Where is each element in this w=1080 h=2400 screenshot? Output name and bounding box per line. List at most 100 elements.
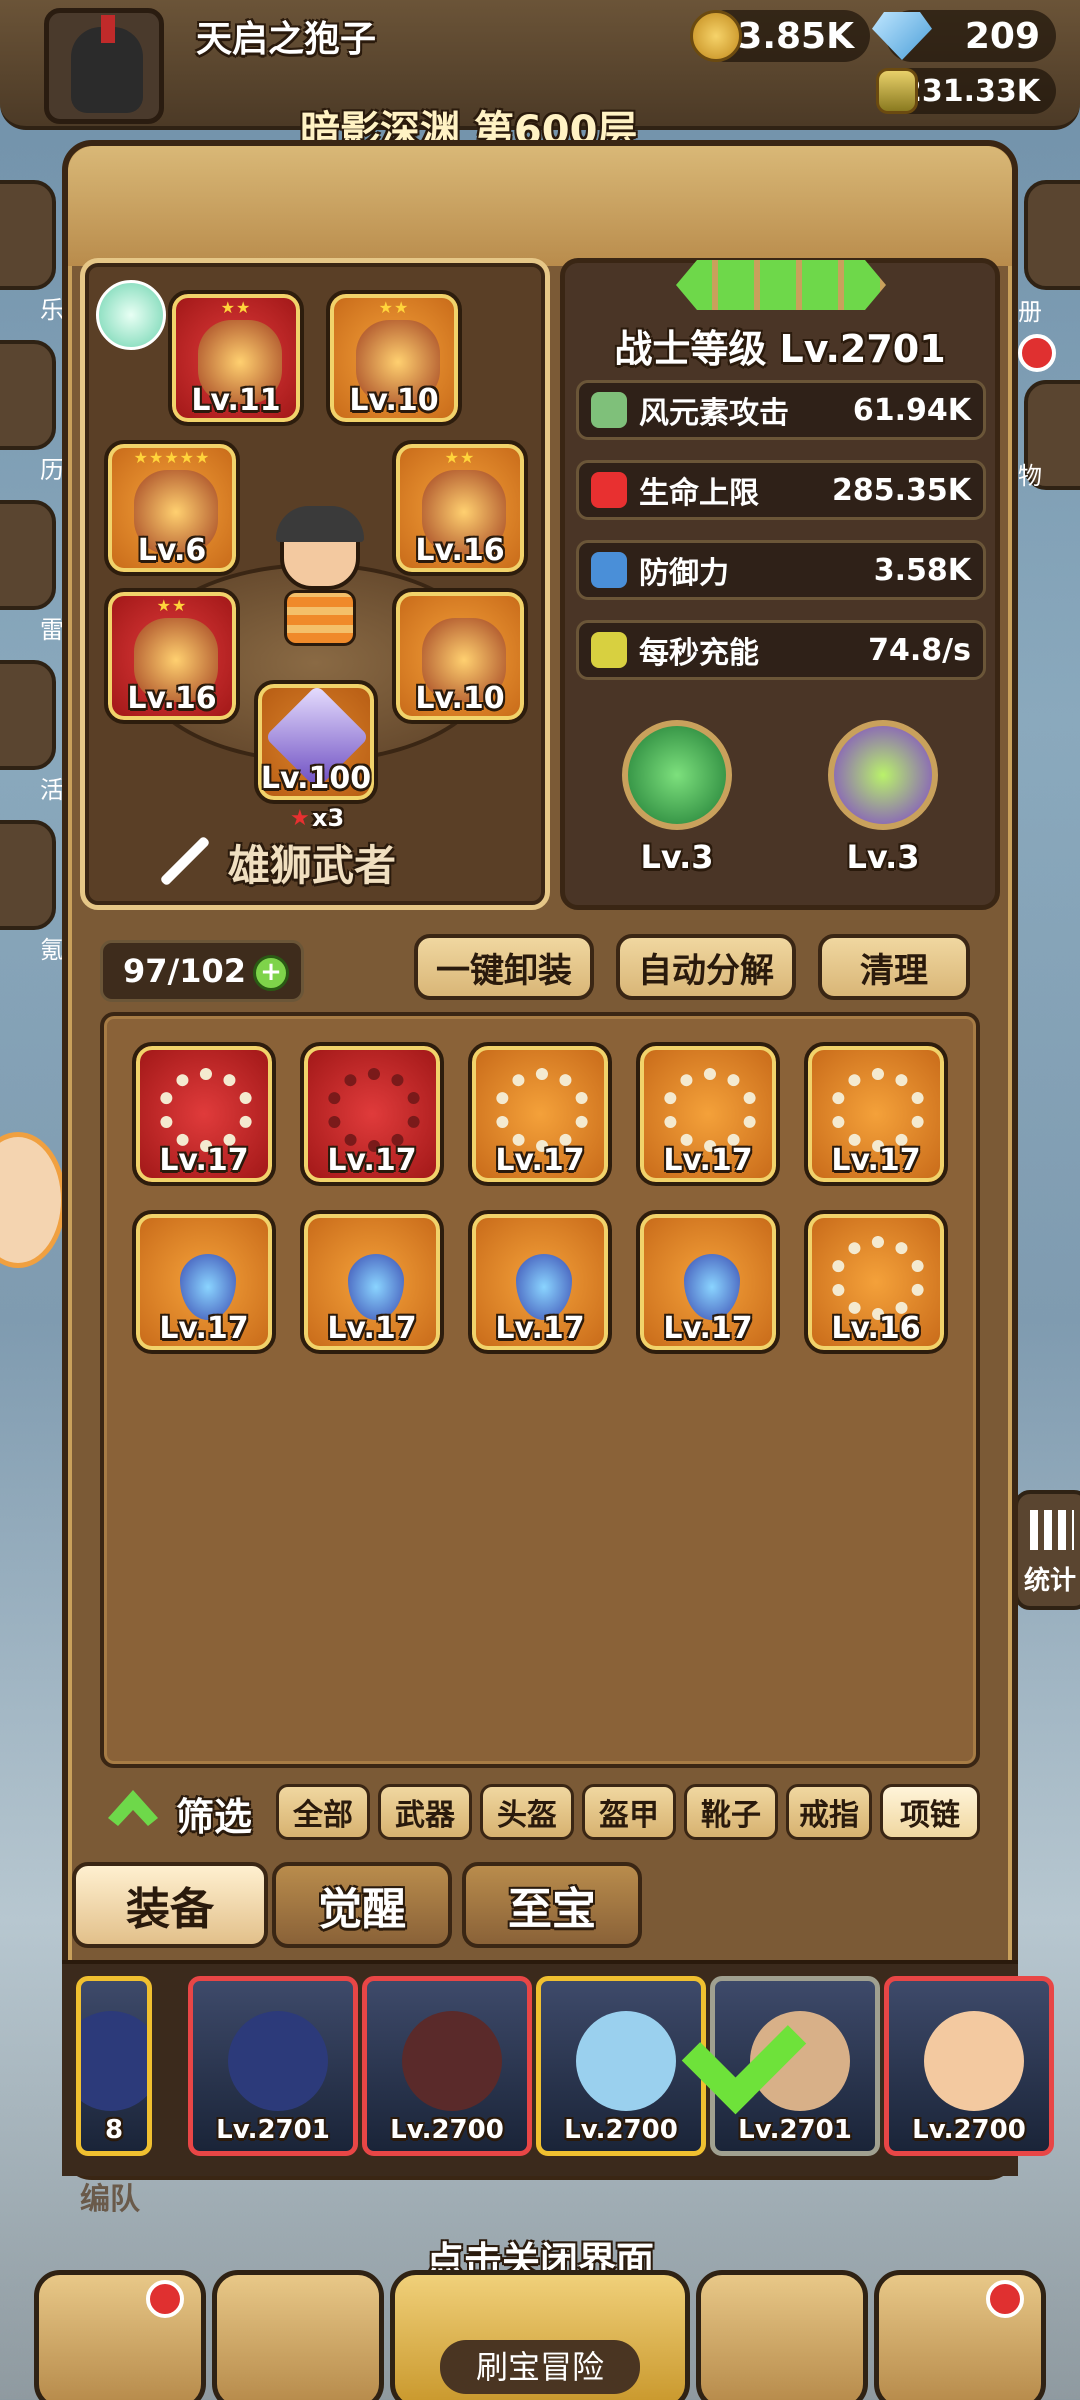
roster-hero-card[interactable]: Lv.2700	[536, 1976, 706, 2156]
equipment-slot[interactable]: ★★ Lv.10	[326, 290, 462, 426]
inventory-item[interactable]: Lv.16	[804, 1210, 948, 1354]
rarity-stars: ★★★★★	[133, 448, 211, 467]
roster-hero-card[interactable]: 8	[76, 1976, 152, 2156]
left-bubble[interactable]	[0, 1132, 66, 1268]
filter-option[interactable]: 武器	[378, 1784, 472, 1840]
hero-level: 8	[104, 2115, 124, 2145]
stat-value: 285.35K	[831, 472, 971, 508]
cleanup-button[interactable]: 清理	[818, 934, 970, 1000]
item-level: Lv.11	[191, 383, 281, 418]
energy-icon	[591, 632, 627, 668]
filter-option[interactable]: 戒指	[786, 1784, 872, 1840]
hero-name: 雄狮武者	[228, 841, 397, 890]
adventure-label[interactable]: 刷宝冒险	[440, 2340, 640, 2394]
roster-hero-card[interactable]: Lv.2700	[362, 1976, 532, 2156]
nav-bag[interactable]	[696, 2270, 868, 2400]
equipment-slot[interactable]: Lv.10	[392, 588, 528, 724]
inventory-capacity: 97/102 +	[100, 940, 304, 1002]
notification-dot	[146, 2280, 184, 2318]
heart-icon	[591, 472, 627, 508]
inventory-item[interactable]: Lv.17	[300, 1042, 444, 1186]
potion-value: 231.33K	[900, 73, 1040, 109]
equipment-slot[interactable]: ★★ Lv.16	[104, 588, 240, 724]
item-level: Lv.16	[415, 533, 505, 568]
equipment-slot[interactable]: ★★ Lv.11	[168, 290, 304, 426]
equipment-slot[interactable]: ★★ Lv.16	[392, 440, 528, 576]
potion-icon	[876, 68, 918, 114]
notification-dot	[1018, 334, 1056, 372]
filter-option[interactable]: 项链	[880, 1784, 980, 1840]
side-label-right: 册	[1018, 298, 1042, 326]
item-level: Lv.17	[327, 1311, 417, 1346]
side-icon-left-2[interactable]	[0, 340, 56, 450]
rarity-stars: ★★	[220, 298, 252, 317]
hero-face-icon	[402, 2011, 502, 2111]
inventory-item[interactable]: Lv.17	[300, 1210, 444, 1354]
auto-salvage-button[interactable]: 自动分解	[616, 934, 796, 1000]
stat-value: 3.58K	[873, 552, 971, 588]
roster-hero-card[interactable]: Lv.2700	[884, 1976, 1054, 2156]
hero-face-icon	[924, 2011, 1024, 2111]
tab-equipment[interactable]: 装备	[72, 1862, 268, 1948]
inventory-item[interactable]: Lv.17	[132, 1210, 276, 1354]
add-capacity-icon[interactable]: +	[253, 955, 289, 991]
formation-label: 编队	[80, 2182, 140, 2217]
inventory-item[interactable]: Lv.17	[468, 1210, 612, 1354]
gem-counter: 209	[872, 10, 1056, 62]
side-icon-left-3[interactable]	[0, 500, 56, 610]
side-icon-left-1[interactable]	[0, 180, 56, 290]
player-name: 天启之狍子	[196, 19, 377, 60]
skill-icon-1[interactable]	[622, 720, 732, 830]
sword-icon	[154, 830, 214, 890]
filter-option[interactable]: 全部	[276, 1784, 370, 1840]
rarity-stars: ★★	[378, 298, 410, 317]
bracelet-icon	[662, 1068, 758, 1152]
side-label-left: 历	[40, 456, 64, 484]
roster-hero-card[interactable]: Lv.2701	[188, 1976, 358, 2156]
stat-label: 生命上限	[639, 476, 759, 511]
item-level: Lv.17	[495, 1311, 585, 1346]
stats-label: 统计	[1024, 1566, 1077, 1596]
inventory-item[interactable]: Lv.17	[132, 1042, 276, 1186]
item-level: Lv.10	[415, 681, 505, 716]
unequip-all-button[interactable]: 一键卸装	[414, 934, 594, 1000]
warrior-level-title: 战士等级 Lv.2701	[614, 327, 946, 371]
inventory-item[interactable]: Lv.17	[636, 1210, 780, 1354]
stat-label: 防御力	[639, 556, 729, 591]
bar-chart-icon	[1030, 1510, 1074, 1550]
nav-hero[interactable]	[212, 2270, 384, 2400]
hero-level: Lv.2700	[912, 2115, 1026, 2145]
hero-level: Lv.2700	[564, 2115, 678, 2145]
item-level: Lv.17	[663, 1143, 753, 1178]
notification-dot	[986, 2280, 1024, 2318]
equipment-slot[interactable]: Lv.100	[254, 680, 378, 804]
side-icon-left-5[interactable]	[0, 820, 56, 930]
beads-icon	[326, 1068, 422, 1152]
tab-awaken[interactable]: 觉醒	[272, 1862, 452, 1948]
player-avatar[interactable]	[44, 8, 164, 124]
filter-option[interactable]: 靴子	[684, 1784, 778, 1840]
item-level: Lv.10	[349, 383, 439, 418]
inventory-item[interactable]: Lv.17	[468, 1042, 612, 1186]
tab-treasure[interactable]: 至宝	[462, 1862, 642, 1948]
stat-value: 74.8/s	[868, 632, 971, 668]
filter-option[interactable]: 头盔	[480, 1784, 574, 1840]
side-icon-right-1[interactable]	[1024, 180, 1080, 290]
stat-row: 每秒充能 74.8/s	[576, 620, 986, 680]
inventory-item[interactable]: Lv.17	[804, 1042, 948, 1186]
side-icon-left-4[interactable]	[0, 660, 56, 770]
filter-label: 筛选	[176, 1795, 253, 1839]
filter-option[interactable]: 盔甲	[582, 1784, 676, 1840]
bracelet-icon	[830, 1236, 926, 1320]
stat-label: 风元素攻击	[639, 396, 789, 431]
inventory-item[interactable]: Lv.17	[636, 1042, 780, 1186]
side-label-left: 乐	[40, 296, 64, 324]
skill-icon-2[interactable]	[828, 720, 938, 830]
potion-counter: 231.33K	[876, 68, 1056, 114]
stat-row: 生命上限 285.35K	[576, 460, 986, 520]
skill-level: Lv.3	[846, 838, 920, 876]
hero-portrait	[270, 506, 370, 650]
stats-button[interactable]: 统计	[1014, 1490, 1080, 1610]
equipment-slot[interactable]: ★★★★★ Lv.6	[104, 440, 240, 576]
item-level: Lv.17	[159, 1143, 249, 1178]
